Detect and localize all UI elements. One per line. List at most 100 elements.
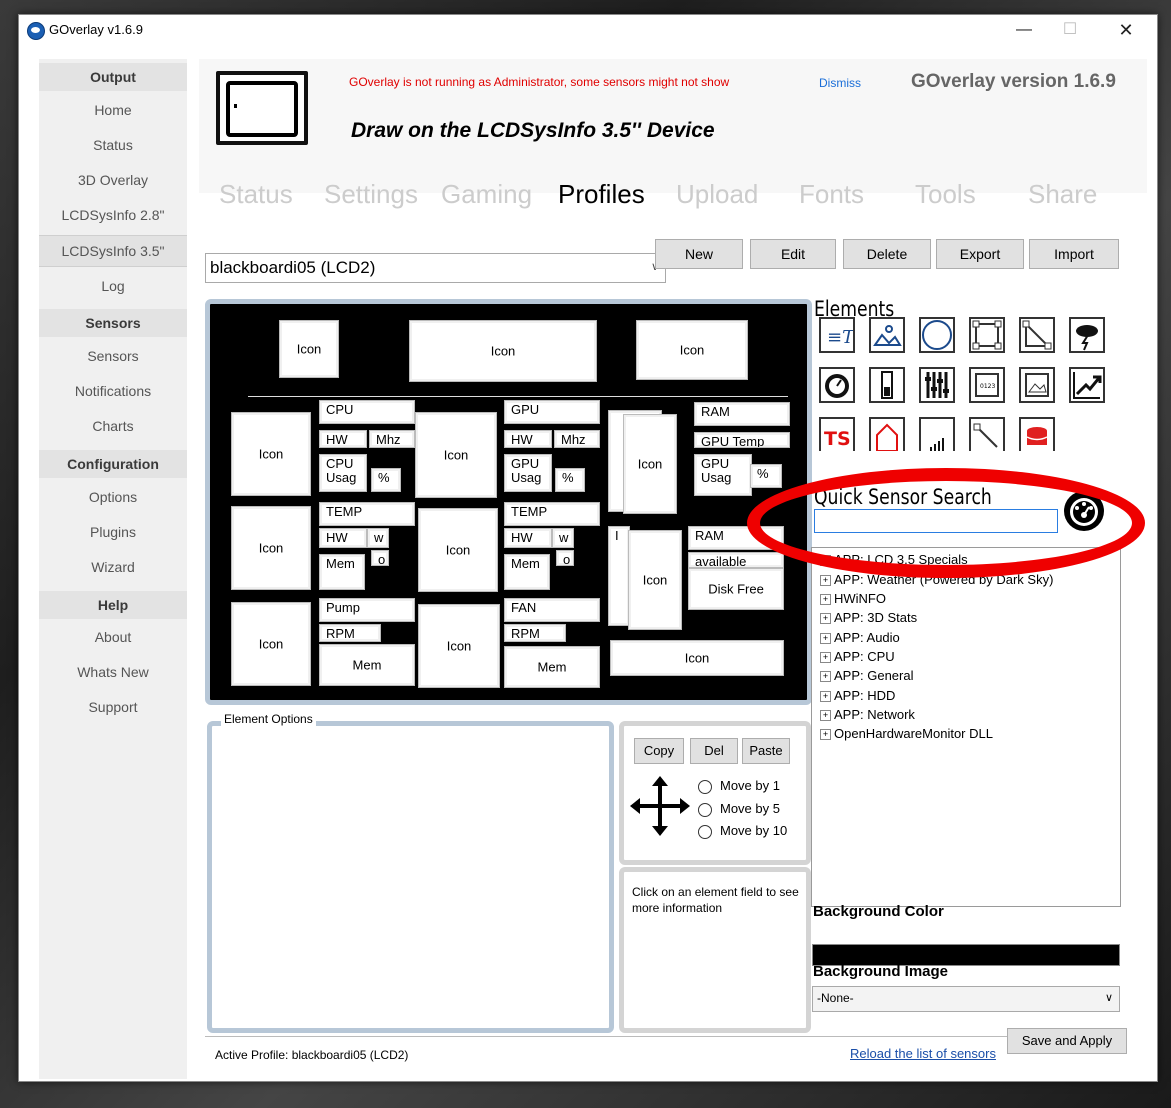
canvas-element[interactable]: Icon: [418, 508, 498, 592]
arrow-icon[interactable]: [969, 417, 1005, 451]
delete-button[interactable]: Delete: [843, 239, 931, 269]
canvas-element[interactable]: HW: [504, 528, 552, 548]
circle-icon[interactable]: [919, 317, 955, 353]
canvas-element[interactable]: Icon: [231, 412, 311, 496]
canvas-element[interactable]: Icon: [628, 530, 682, 630]
canvas-element[interactable]: Mem: [319, 554, 365, 590]
canvas-element[interactable]: Mem: [504, 646, 600, 688]
tree-item[interactable]: + HWiNFO: [820, 591, 886, 606]
tab-fonts[interactable]: Fonts: [799, 179, 864, 210]
canvas-element[interactable]: Mem: [504, 554, 550, 590]
sidebar-item-sensors[interactable]: Sensors: [39, 341, 187, 371]
tree-item[interactable]: + APP: 3D Stats: [820, 610, 917, 625]
gauge-icon[interactable]: [819, 367, 855, 403]
canvas-element[interactable]: w: [367, 528, 389, 548]
move-by-1-radio[interactable]: [698, 780, 712, 794]
canvas-element[interactable]: o: [371, 550, 389, 566]
canvas-element[interactable]: Icon: [415, 412, 497, 498]
tab-share[interactable]: Share: [1028, 179, 1097, 210]
sidebar-item-options[interactable]: Options: [39, 482, 187, 512]
canvas-element[interactable]: Icon: [418, 604, 500, 688]
canvas-element[interactable]: %: [371, 468, 401, 492]
tree-item[interactable]: + OpenHardwareMonitor DLL: [820, 726, 993, 741]
tab-profiles[interactable]: Profiles: [558, 179, 645, 210]
sidebar-item-notifications[interactable]: Notifications: [39, 376, 187, 406]
weather-icon[interactable]: [1069, 317, 1105, 353]
paste-button[interactable]: Paste: [742, 738, 790, 764]
sidebar-item-about[interactable]: About: [39, 622, 187, 652]
canvas-element[interactable]: I: [608, 526, 630, 626]
bar-icon[interactable]: [869, 367, 905, 403]
canvas-element[interactable]: GPU Usag: [694, 454, 752, 496]
canvas-element[interactable]: Mem: [319, 644, 415, 686]
canvas-element[interactable]: FAN: [504, 598, 600, 622]
profile-select[interactable]: blackboardi05 (LCD2) ∨: [205, 253, 666, 283]
export-button[interactable]: Export: [936, 239, 1024, 269]
tab-status[interactable]: Status: [219, 179, 293, 210]
canvas-element[interactable]: Pump: [319, 598, 415, 622]
canvas-element[interactable]: HW: [319, 430, 367, 448]
canvas-element[interactable]: Mhz: [554, 430, 600, 448]
counter-icon[interactable]: 0123: [969, 367, 1005, 403]
background-image-select[interactable]: -None- ∨: [812, 986, 1120, 1012]
rectangle-icon[interactable]: [969, 317, 1005, 353]
tab-tools[interactable]: Tools: [915, 179, 976, 210]
ts-icon[interactable]: TS: [819, 417, 855, 451]
sidebar-item-whats-new[interactable]: Whats New: [39, 657, 187, 687]
reload-sensors-link[interactable]: Reload the list of sensors: [850, 1046, 996, 1061]
image-icon[interactable]: [869, 317, 905, 353]
canvas-element[interactable]: RAM: [694, 402, 790, 426]
canvas-element[interactable]: GPU Usag: [504, 454, 552, 492]
tree-item[interactable]: + APP: HDD: [820, 688, 895, 703]
picture-icon[interactable]: [1019, 367, 1055, 403]
canvas-element[interactable]: HW: [319, 528, 367, 548]
close-button[interactable]: ✕: [1103, 15, 1149, 45]
move-by-10-radio[interactable]: [698, 825, 712, 839]
canvas-element[interactable]: available: [688, 552, 784, 568]
canvas-element[interactable]: Icon: [231, 506, 311, 590]
new-button[interactable]: New: [655, 239, 743, 269]
minimize-button[interactable]: —: [1001, 15, 1047, 45]
sidebar-item-support[interactable]: Support: [39, 692, 187, 722]
sidebar-item-lcdsysinfo-28[interactable]: LCDSysInfo 2.8": [39, 200, 187, 230]
canvas-element[interactable]: Icon: [279, 320, 339, 378]
tab-gaming[interactable]: Gaming: [441, 179, 532, 210]
line-icon[interactable]: [1019, 317, 1055, 353]
tree-item[interactable]: + APP: CPU: [820, 649, 895, 664]
move-by-5-radio[interactable]: [698, 803, 712, 817]
canvas-element[interactable]: RPM: [319, 624, 381, 642]
database-icon[interactable]: [1019, 417, 1055, 451]
lcd-canvas[interactable]: Icon Icon Icon Icon CPU HW Mhz CPU Usag …: [205, 299, 812, 705]
canvas-element[interactable]: Icon: [231, 602, 311, 686]
tree-item[interactable]: + APP: Audio: [820, 630, 900, 645]
dismiss-link[interactable]: Dismiss: [819, 76, 861, 90]
tab-upload[interactable]: Upload: [676, 179, 758, 210]
canvas-element[interactable]: o: [556, 550, 574, 566]
text-icon[interactable]: ≡T: [819, 317, 856, 353]
canvas-element[interactable]: TEMP: [504, 502, 600, 526]
sidebar-item-3d-overlay[interactable]: 3D Overlay: [39, 165, 187, 195]
copy-button[interactable]: Copy: [634, 738, 684, 764]
sidebar-item-charts[interactable]: Charts: [39, 411, 187, 441]
canvas-element[interactable]: w: [552, 528, 574, 548]
equalizer-icon[interactable]: [919, 367, 955, 403]
import-button[interactable]: Import: [1029, 239, 1119, 269]
canvas-element[interactable]: TEMP: [319, 502, 415, 526]
canvas-element[interactable]: Icon: [409, 320, 597, 382]
canvas-element[interactable]: Mhz: [369, 430, 415, 448]
sidebar-item-home[interactable]: Home: [39, 95, 187, 125]
canvas-element[interactable]: RPM: [504, 624, 566, 642]
signal-icon[interactable]: [919, 417, 955, 451]
canvas-element[interactable]: GPU Temp: [694, 432, 790, 448]
del-button[interactable]: Del: [690, 738, 738, 764]
tree-item[interactable]: + APP: Network: [820, 707, 915, 722]
edit-button[interactable]: Edit: [750, 239, 836, 269]
sidebar-item-plugins[interactable]: Plugins: [39, 517, 187, 547]
canvas-element[interactable]: CPU Usag: [319, 454, 367, 492]
canvas-element[interactable]: %: [750, 464, 782, 488]
canvas-element[interactable]: Icon: [610, 640, 784, 676]
canvas-element[interactable]: %: [555, 468, 585, 492]
sidebar-item-wizard[interactable]: Wizard: [39, 552, 187, 582]
chart-icon[interactable]: [1069, 367, 1105, 403]
canvas-element[interactable]: Icon: [623, 414, 677, 514]
